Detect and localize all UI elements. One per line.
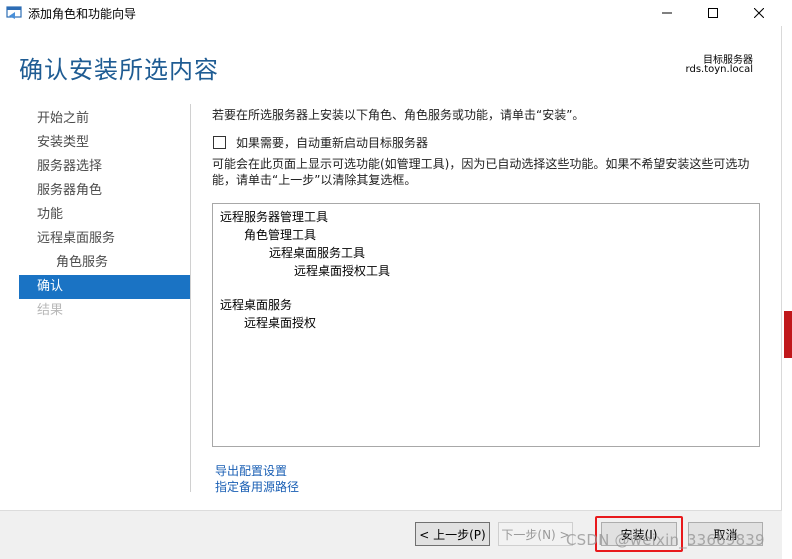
- restart-option[interactable]: 如果需要，自动重新启动目标服务器: [213, 134, 428, 151]
- title-bar[interactable]: 添加角色和功能向导: [0, 0, 782, 26]
- window-title: 添加角色和功能向导: [28, 7, 137, 21]
- list-item: 远程服务器管理工具: [220, 210, 329, 224]
- nav-item-installation-type[interactable]: 安装类型: [19, 131, 190, 155]
- nav-item-features[interactable]: 功能: [19, 203, 190, 227]
- maximize-icon: [708, 8, 718, 18]
- server-manager-icon: [6, 4, 24, 20]
- minimize-button[interactable]: [644, 0, 690, 26]
- list-item: 角色管理工具: [244, 228, 317, 242]
- nav-item-role-services[interactable]: 角色服务: [19, 251, 190, 275]
- nav-item-results: 结果: [37, 303, 64, 318]
- background-red-strip: [784, 311, 792, 358]
- list-item: 远程桌面授权工具: [294, 264, 391, 278]
- nav-item-server-roles[interactable]: 服务器角色: [19, 179, 190, 203]
- alternate-source-path-link[interactable]: 指定备用源路径: [215, 478, 299, 495]
- nav-item-remote-desktop-services[interactable]: 远程桌面服务: [19, 227, 190, 251]
- wizard-window: 添加角色和功能向导 确认安装所选内容 目标服务器 rds.toyn.local …: [0, 0, 782, 559]
- list-item: 远程桌面服务: [220, 298, 293, 312]
- nav-divider: [190, 104, 191, 492]
- background-window-edge: [782, 0, 792, 559]
- restart-checkbox-label[interactable]: 如果需要，自动重新启动目标服务器: [236, 134, 428, 151]
- wizard-nav: 开始之前 安装类型 服务器选择 服务器角色 功能 远程桌面服务 角色服务 确认 …: [19, 107, 190, 323]
- export-configuration-link[interactable]: 导出配置设置: [215, 462, 287, 479]
- selection-listbox[interactable]: 远程服务器管理工具 角色管理工具 远程桌面服务工具 远程桌面授权工具 远程桌面服…: [212, 203, 760, 447]
- next-button: 下一步(N) >: [498, 522, 573, 546]
- list-item: 远程桌面授权: [244, 316, 317, 330]
- close-button[interactable]: [736, 0, 782, 26]
- nav-item-server-selection[interactable]: 服务器选择: [19, 155, 190, 179]
- restart-checkbox[interactable]: [213, 136, 226, 149]
- page-title: 确认安装所选内容: [19, 56, 219, 84]
- previous-button[interactable]: < 上一步(P): [415, 522, 490, 546]
- intro-text: 若要在所选服务器上安装以下角色、角色服务或功能，请单击“安装”。: [212, 108, 585, 122]
- close-icon: [754, 8, 764, 18]
- nav-item-before-you-begin[interactable]: 开始之前: [19, 107, 190, 131]
- minimize-icon: [662, 12, 672, 14]
- watermark: CSDN @weixin_33669839: [566, 531, 765, 549]
- optional-features-note: 可能会在此页面上显示可选功能(如管理工具)，因为已自动选择这些功能。如果不希望安…: [212, 157, 750, 187]
- destination-server-value: rds.toyn.local: [685, 64, 753, 75]
- maximize-button[interactable]: [690, 0, 736, 26]
- nav-item-confirmation[interactable]: 确认: [19, 275, 190, 299]
- list-item: 远程桌面服务工具: [269, 246, 366, 260]
